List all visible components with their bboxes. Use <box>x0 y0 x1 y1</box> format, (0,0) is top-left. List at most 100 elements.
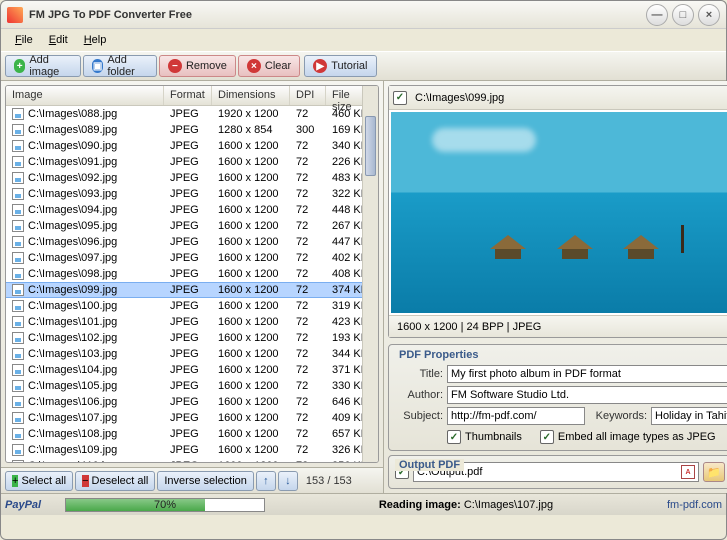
main-toolbar: +Add image ▣ Add folder −Remove ×Clear ▶ T… <box>1 51 726 81</box>
table-row[interactable]: C:\Images\097.jpgJPEG1600 x 120072402 KB <box>6 250 378 266</box>
plus-icon: + <box>12 475 18 487</box>
file-icon <box>12 236 24 248</box>
column-dpi[interactable]: DPI <box>290 86 326 105</box>
titlebar: FM JPG To PDF Converter Free — □ × <box>1 1 726 29</box>
pdf-properties-group: PDF Properties Title: Author: Subject: K… <box>388 344 727 451</box>
maximize-button[interactable]: □ <box>672 4 694 26</box>
check-icon <box>540 430 554 444</box>
inverse-selection-button[interactable]: Inverse selection <box>157 471 254 491</box>
select-all-button[interactable]: +Select all <box>5 471 73 491</box>
keywords-label: Keywords: <box>589 410 647 422</box>
scrollbar-thumb[interactable] <box>365 116 376 176</box>
file-icon <box>12 188 24 200</box>
file-icon <box>12 156 24 168</box>
table-row[interactable]: C:\Images\098.jpgJPEG1600 x 120072408 KB <box>6 266 378 282</box>
deselect-all-button[interactable]: −Deselect all <box>75 471 155 491</box>
folder-icon: ▣ <box>92 59 103 73</box>
table-row[interactable]: C:\Images\094.jpgJPEG1600 x 120072448 KB <box>6 202 378 218</box>
table-row[interactable]: C:\Images\109.jpgJPEG1600 x 120072326 KB <box>6 442 378 458</box>
subject-input[interactable] <box>447 407 585 425</box>
hut-shape <box>557 235 593 257</box>
file-icon <box>12 204 24 216</box>
title-label: Title: <box>395 368 443 380</box>
column-image[interactable]: Image <box>6 86 164 105</box>
paypal-label[interactable]: PayPal <box>5 499 57 511</box>
file-icon <box>12 300 24 312</box>
minimize-button[interactable]: — <box>646 4 668 26</box>
move-up-button[interactable]: ↑ <box>256 471 276 491</box>
table-row[interactable]: C:\Images\107.jpgJPEG1600 x 120072409 KB <box>6 410 378 426</box>
file-icon <box>12 140 24 152</box>
browse-button[interactable]: 📁 <box>703 462 725 482</box>
cloud-shape <box>432 128 536 152</box>
move-down-button[interactable]: ↓ <box>278 471 298 491</box>
title-input[interactable] <box>447 365 727 383</box>
table-row[interactable]: C:\Images\095.jpgJPEG1600 x 120072267 KB <box>6 218 378 234</box>
table-row[interactable]: C:\Images\096.jpgJPEG1600 x 120072447 KB <box>6 234 378 250</box>
table-row[interactable]: C:\Images\110.jpgJPEG1600 x 120072356 KB <box>6 458 378 462</box>
preview-path: C:\Images\099.jpg <box>411 90 727 106</box>
table-row[interactable]: C:\Images\088.jpgJPEG1920 x 120072460 KB <box>6 106 378 122</box>
author-label: Author: <box>395 389 443 401</box>
tutorial-button[interactable]: ▶ Tutorial <box>304 55 376 77</box>
embed-jpeg-checkbox[interactable]: Embed all image types as JPEG <box>540 430 716 444</box>
file-icon <box>12 284 24 296</box>
menubar: File Edit Help <box>1 29 726 51</box>
preview-info: 1600 x 1200 | 24 BPP | JPEG <box>397 321 541 333</box>
remove-label: Remove <box>186 60 227 72</box>
table-row[interactable]: C:\Images\102.jpgJPEG1600 x 120072193 KB <box>6 330 378 346</box>
file-icon <box>12 172 24 184</box>
tutorial-label: Tutorial <box>331 60 367 72</box>
table-row[interactable]: C:\Images\093.jpgJPEG1600 x 120072322 KB <box>6 186 378 202</box>
pdf-icon: A <box>681 465 695 479</box>
add-folder-button[interactable]: ▣ Add folder <box>83 55 157 77</box>
file-icon <box>12 460 24 462</box>
add-image-button[interactable]: +Add image <box>5 55 81 77</box>
menu-file[interactable]: File <box>7 32 41 48</box>
menu-edit[interactable]: Edit <box>41 32 76 48</box>
table-row[interactable]: C:\Images\104.jpgJPEG1600 x 120072371 KB <box>6 362 378 378</box>
column-dimensions[interactable]: Dimensions <box>212 86 290 105</box>
site-link[interactable]: fm-pdf.com <box>667 499 722 511</box>
column-format[interactable]: Format <box>164 86 212 105</box>
table-row[interactable]: C:\Images\106.jpgJPEG1600 x 120072646 KB <box>6 394 378 410</box>
minus-icon: − <box>168 59 182 73</box>
file-list-pane: Image Format Dimensions DPI File size C:… <box>1 81 384 493</box>
hut-shape <box>623 235 659 257</box>
table-row[interactable]: C:\Images\099.jpgJPEG1600 x 120072374 KB <box>6 282 378 298</box>
table-row[interactable]: C:\Images\091.jpgJPEG1600 x 120072226 KB <box>6 154 378 170</box>
file-icon <box>12 332 24 344</box>
scrollbar[interactable] <box>362 86 378 462</box>
preview-checkbox[interactable] <box>393 91 407 105</box>
table-row[interactable]: C:\Images\100.jpgJPEG1600 x 120072319 KB <box>6 298 378 314</box>
menu-help[interactable]: Help <box>76 32 115 48</box>
table-row[interactable]: C:\Images\101.jpgJPEG1600 x 120072423 KB <box>6 314 378 330</box>
table-row[interactable]: C:\Images\108.jpgJPEG1600 x 120072657 KB <box>6 426 378 442</box>
author-input[interactable] <box>447 386 727 404</box>
list-body[interactable]: C:\Images\088.jpgJPEG1920 x 120072460 KB… <box>6 106 378 462</box>
file-icon <box>12 316 24 328</box>
add-folder-label: Add folder <box>107 54 148 78</box>
keywords-input[interactable] <box>651 407 727 425</box>
table-row[interactable]: C:\Images\090.jpgJPEG1600 x 120072340 KB <box>6 138 378 154</box>
remove-button[interactable]: −Remove <box>159 55 236 77</box>
close-button[interactable]: × <box>698 4 720 26</box>
file-icon <box>12 396 24 408</box>
clear-button[interactable]: ×Clear <box>238 55 300 77</box>
table-row[interactable]: C:\Images\103.jpgJPEG1600 x 120072344 KB <box>6 346 378 362</box>
play-icon: ▶ <box>313 59 327 73</box>
file-icon <box>12 220 24 232</box>
table-row[interactable]: C:\Images\092.jpgJPEG1600 x 120072483 KB <box>6 170 378 186</box>
add-image-label: Add image <box>29 54 72 78</box>
preview-pane: C:\Images\099.jpg ← → 1600 x 1200 | 24 B… <box>384 81 727 493</box>
subject-label: Subject: <box>395 410 443 422</box>
table-row[interactable]: C:\Images\089.jpgJPEG1280 x 854300169 KB <box>6 122 378 138</box>
minus-icon: − <box>82 475 88 487</box>
app-icon <box>7 7 23 23</box>
output-group: Output PDF C:\Output.pdf A 📁 Start <box>388 455 727 489</box>
file-icon <box>12 428 24 440</box>
thumbnails-checkbox[interactable]: Thumbnails <box>447 430 522 444</box>
file-icon <box>12 252 24 264</box>
clear-icon: × <box>247 59 261 73</box>
table-row[interactable]: C:\Images\105.jpgJPEG1600 x 120072330 KB <box>6 378 378 394</box>
